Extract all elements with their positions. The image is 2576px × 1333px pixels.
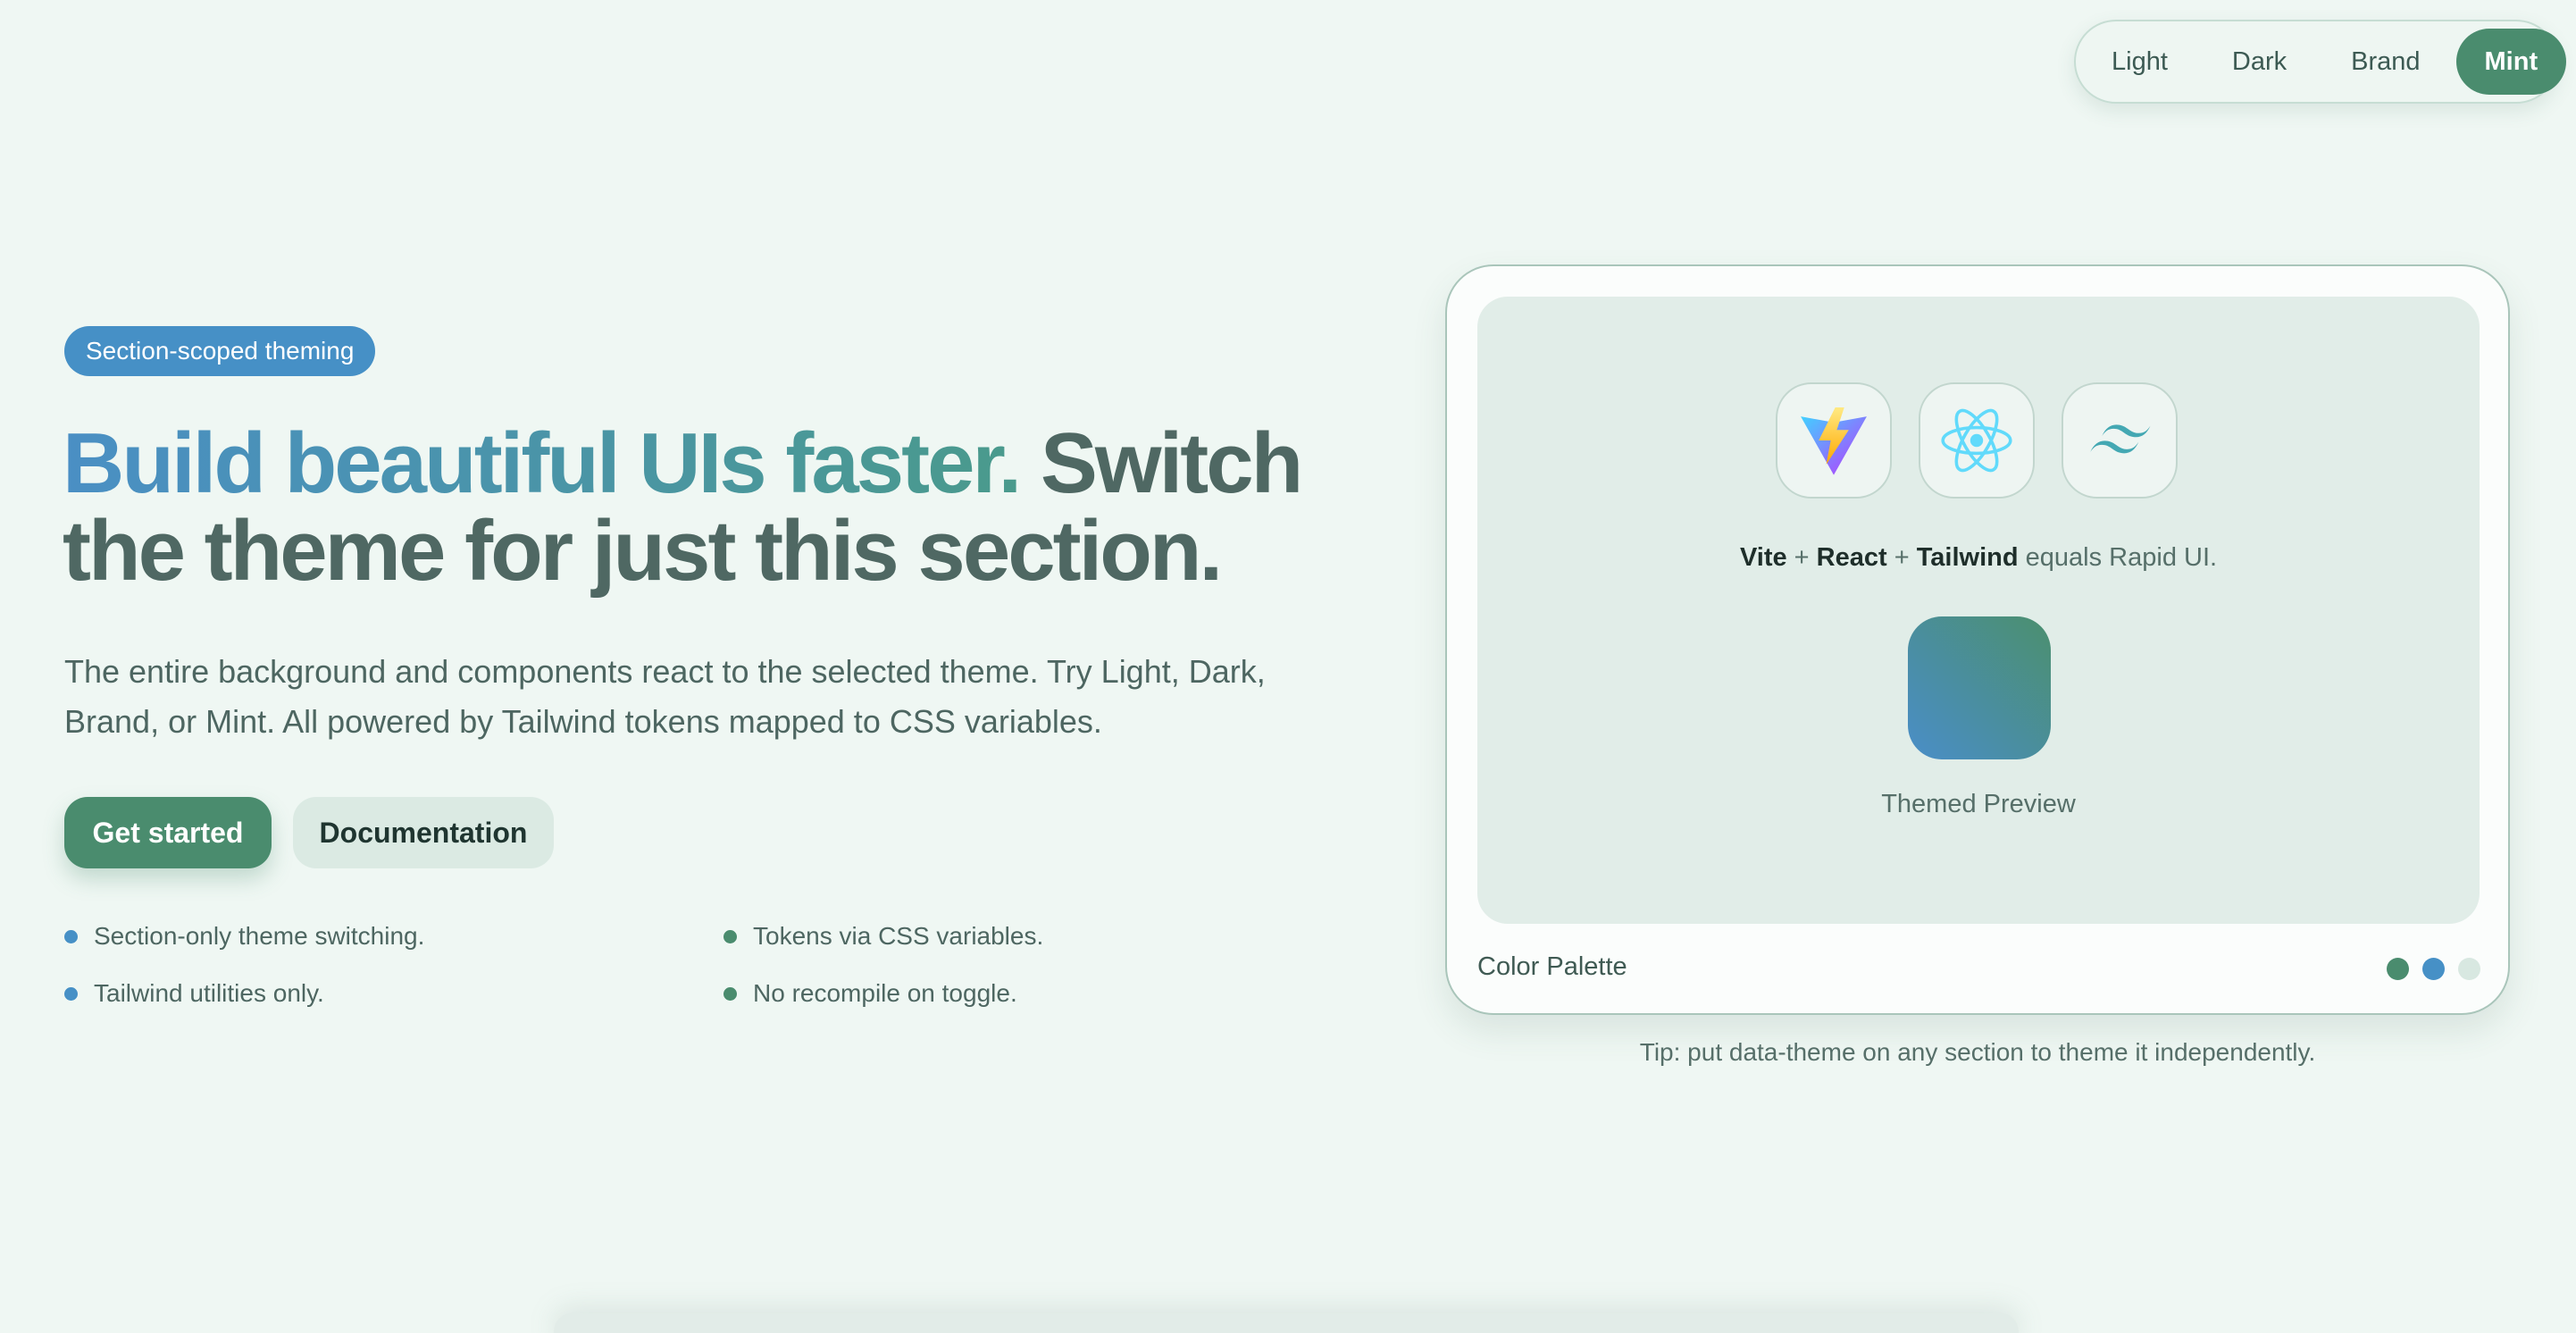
feature-text: Section-only theme switching. [94,922,425,950]
palette-dot [2387,958,2409,980]
bullet-dot [64,986,78,1001]
page: Light Dark Brand Mint Section-scoped the… [0,0,2576,1333]
preview-card: Vite + React + Tailwind equals Rapid UI.… [1445,264,2510,1015]
stack-plus: + [1794,543,1810,572]
feature-item: Tailwind utilities only. [64,979,324,1008]
themed-swatch [1908,616,2051,759]
theme-option-dark[interactable]: Dark [2204,29,2315,95]
stack-suffix: equals Rapid UI. [2025,543,2218,572]
tip-text: Tip: put data-theme on any section to th… [1639,1038,2316,1066]
stack-caption: Vite + React + Tailwind equals Rapid UI. [1477,543,2480,573]
hero-description: The entire background and components rea… [64,653,1266,740]
headline-accent: Build beautiful UIs faster. [63,415,1022,511]
section-badge: Section-scoped theming [64,326,376,376]
feature-text: No recompile on toggle. [753,979,1017,1007]
theme-switcher: Light Dark Brand Mint [2074,20,2567,104]
stack-vite: Vite [1739,543,1787,572]
get-started-button[interactable]: Get started [64,797,272,868]
theme-option-light[interactable]: Light [2083,29,2196,95]
feature-text: Tokens via CSS variables. [753,922,1044,950]
themed-preview-label: Themed Preview [1881,790,2076,818]
palette-label: Color Palette [1477,952,1627,981]
feature-item: Tokens via CSS variables. [723,922,1043,951]
stack-plus: + [1894,543,1910,572]
feature-item: No recompile on toggle. [723,979,1017,1008]
stack-react: React [1816,543,1887,572]
theme-option-mint[interactable]: Mint [2455,29,2567,95]
theme-option-brand[interactable]: Brand [2322,29,2448,95]
stack-tailwind: Tailwind [1916,543,2019,572]
palette-dot [2458,958,2480,980]
hero-headline: Build beautiful UIs faster. Switch the t… [63,420,1331,595]
vite-icon [1776,382,1892,499]
bullet-dot [723,986,737,1001]
bottom-edge [554,1313,2019,1333]
preview-panel: Vite + React + Tailwind equals Rapid UI.… [1477,297,2480,924]
feature-text: Tailwind utilities only. [94,979,324,1007]
palette-dot [2422,958,2445,980]
feature-item: Section-only theme switching. [64,922,424,951]
tailwind-icon [2062,382,2178,499]
bullet-dot [64,929,78,943]
react-icon [1919,382,2035,499]
documentation-button[interactable]: Documentation [293,797,554,868]
bullet-dot [723,929,737,943]
